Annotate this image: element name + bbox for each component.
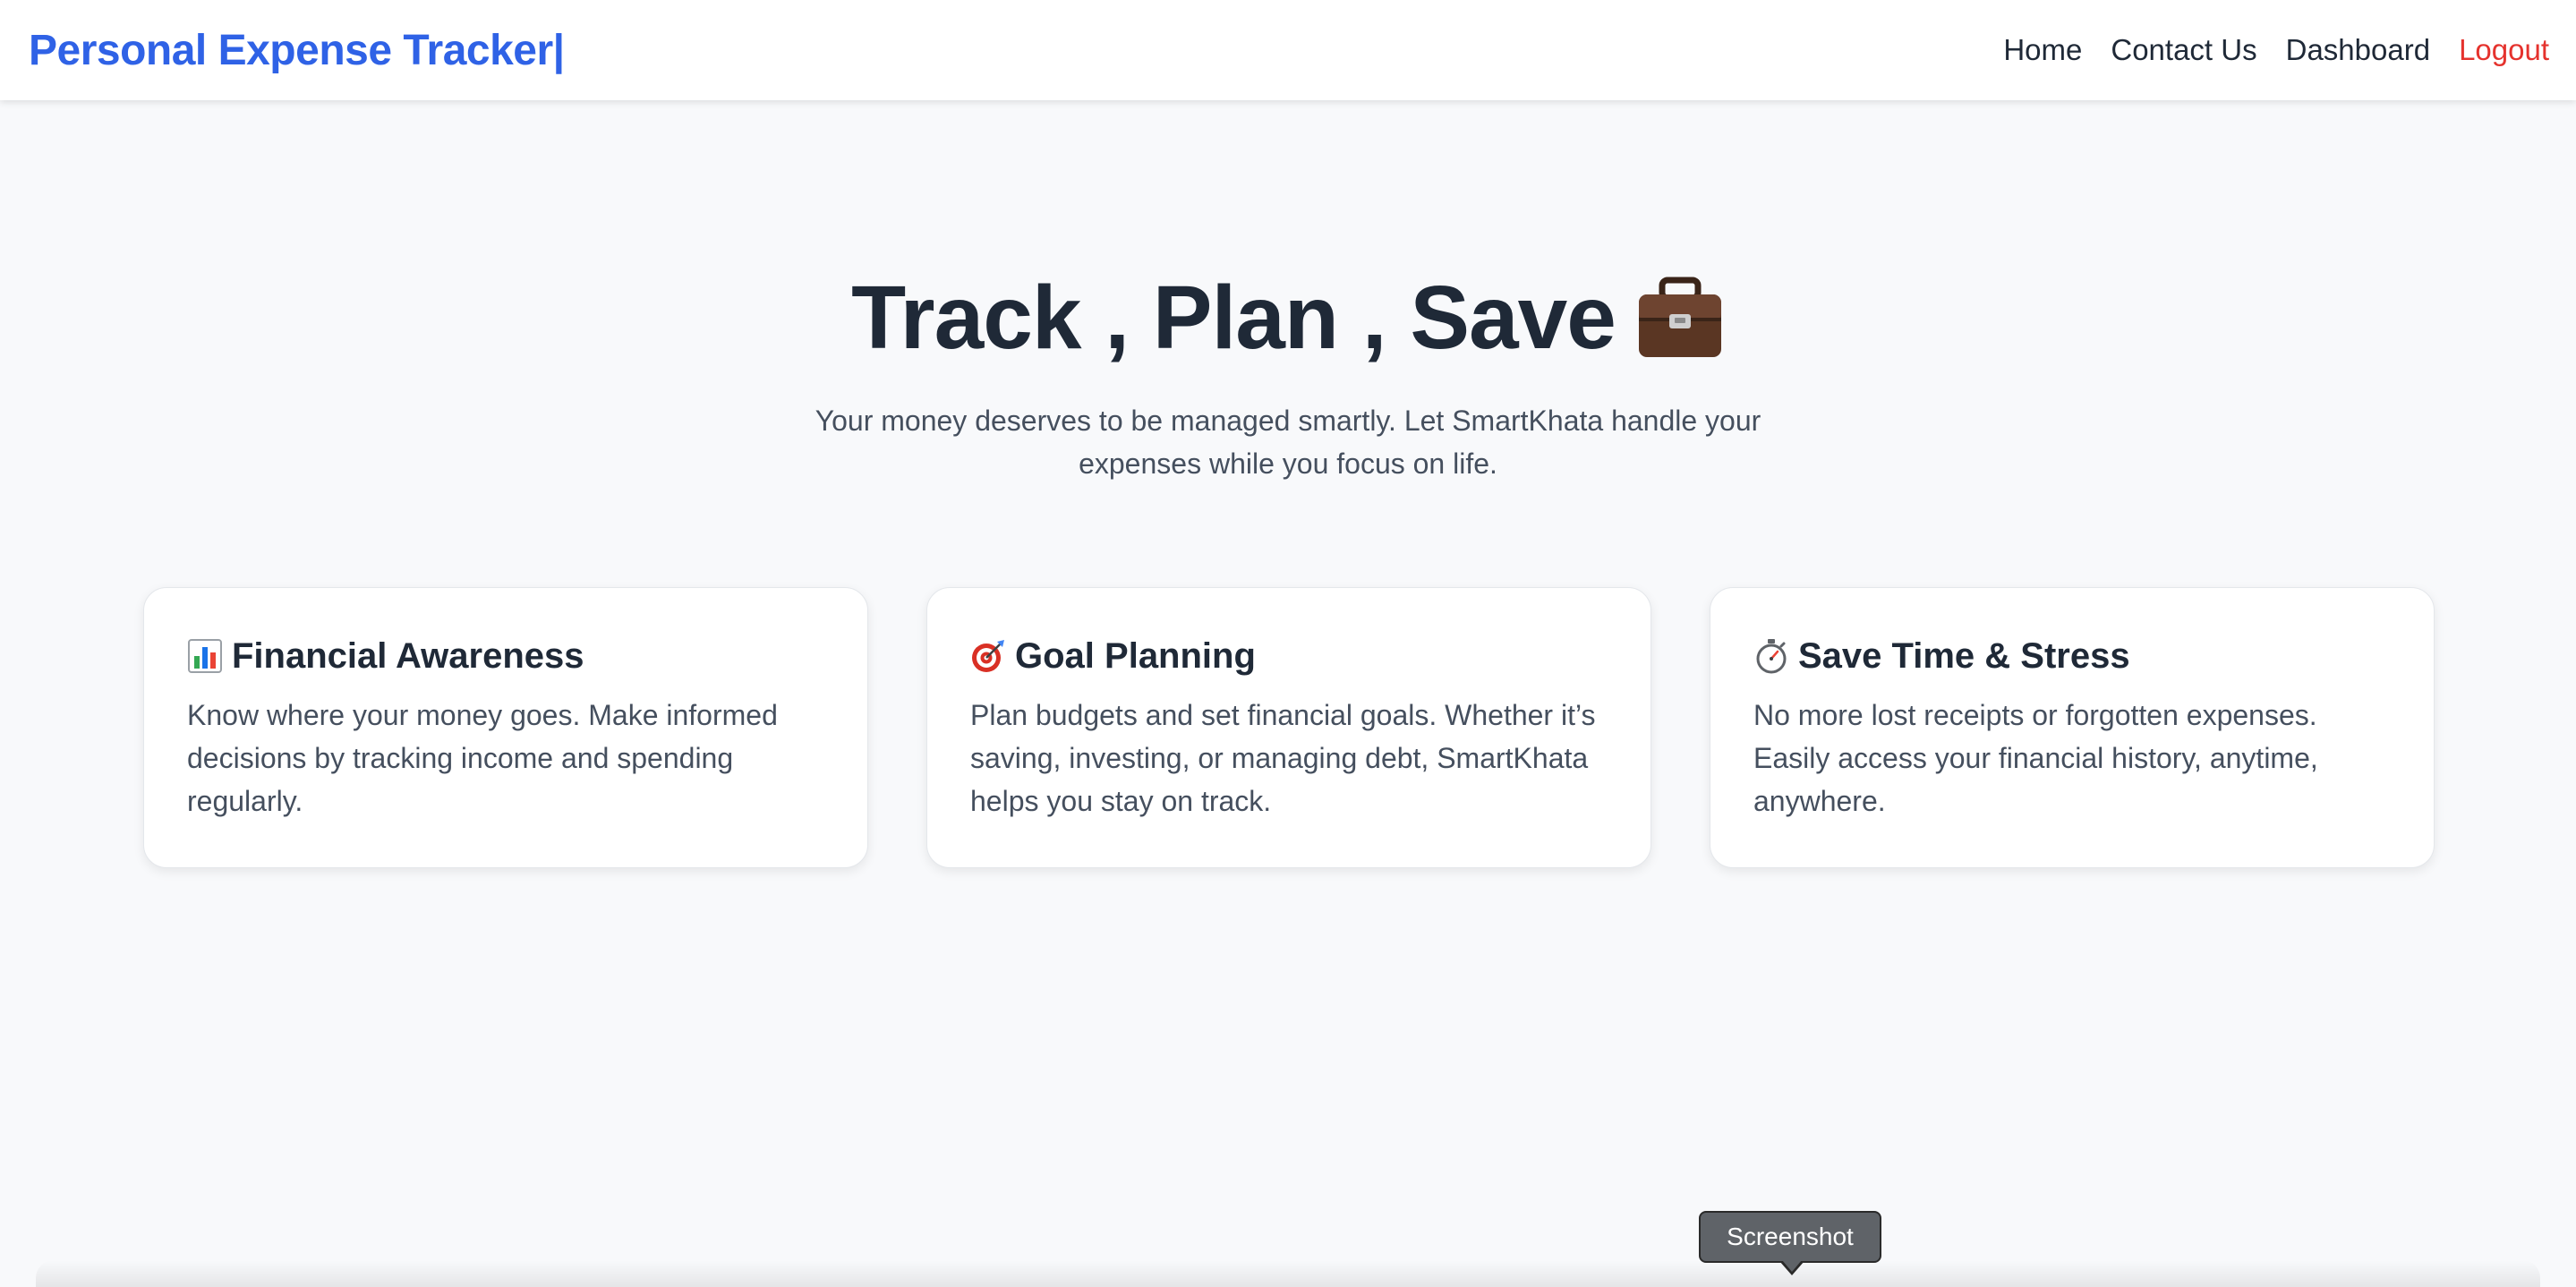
nav-contact-link[interactable]: Contact Us	[2111, 33, 2256, 67]
feature-card-goal-planning: Goal Planning Plan budgets and set finan…	[926, 587, 1651, 868]
card-header: Save Time & Stress	[1753, 631, 2391, 681]
card-header: Goal Planning	[970, 631, 1608, 681]
nav-links: Home Contact Us Dashboard Logout	[2003, 33, 2549, 67]
top-navbar: Personal Expense Tracker| Home Contact U…	[0, 0, 2576, 100]
card-text: Know where your money goes. Make informe…	[187, 699, 778, 817]
briefcase-icon	[1638, 277, 1721, 357]
bar-chart-icon	[188, 639, 222, 673]
card-text: No more lost receipts or forgotten expen…	[1753, 699, 2318, 817]
card-title: Financial Awareness	[232, 635, 584, 676]
nav-logout-link[interactable]: Logout	[2459, 33, 2549, 67]
screenshot-tooltip: Screenshot	[1699, 1211, 1881, 1263]
hero-title: Track , Plan , Save	[851, 267, 1616, 368]
nav-home-link[interactable]: Home	[2003, 33, 2082, 67]
target-icon	[972, 640, 1004, 672]
brand-logo[interactable]: Personal Expense Tracker|	[29, 26, 565, 75]
card-text: Plan budgets and set financial goals. Wh…	[970, 699, 1596, 817]
card-title: Goal Planning	[1015, 635, 1256, 676]
hero-subtitle: Your money deserves to be managed smartl…	[815, 405, 1761, 480]
stopwatch-icon	[1756, 639, 1787, 674]
card-header: Financial Awareness	[187, 631, 824, 681]
card-title: Save Time & Stress	[1798, 635, 2130, 676]
feature-card-financial-awareness: Financial Awareness Know where your mone…	[143, 587, 868, 868]
feature-cards: Financial Awareness Know where your mone…	[143, 587, 2435, 868]
hero-section: Track , Plan , Save Your money deserves …	[0, 260, 2576, 485]
hero-title-row: Track , Plan , Save	[0, 260, 2576, 376]
tooltip-arrow-inner	[1782, 1260, 1802, 1272]
feature-card-save-time: Save Time & Stress No more lost receipts…	[1710, 587, 2435, 868]
bottom-panel-edge	[36, 1260, 2540, 1287]
nav-dashboard-link[interactable]: Dashboard	[2286, 33, 2430, 67]
